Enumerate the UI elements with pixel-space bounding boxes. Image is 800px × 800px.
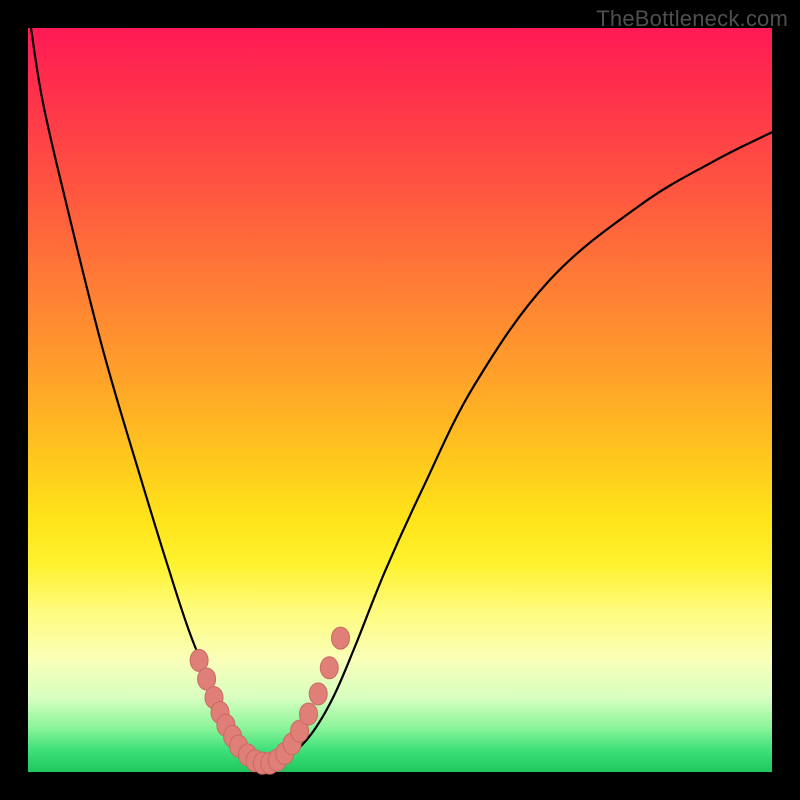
marker-point	[332, 627, 350, 649]
marker-group	[190, 627, 349, 774]
plot-area	[28, 28, 772, 772]
bottleneck-curve	[31, 28, 772, 766]
marker-point	[300, 703, 318, 725]
marker-point	[320, 657, 338, 679]
chart-frame: TheBottleneck.com	[0, 0, 800, 800]
chart-svg	[28, 28, 772, 772]
marker-point	[309, 683, 327, 705]
watermark-text: TheBottleneck.com	[596, 6, 788, 32]
